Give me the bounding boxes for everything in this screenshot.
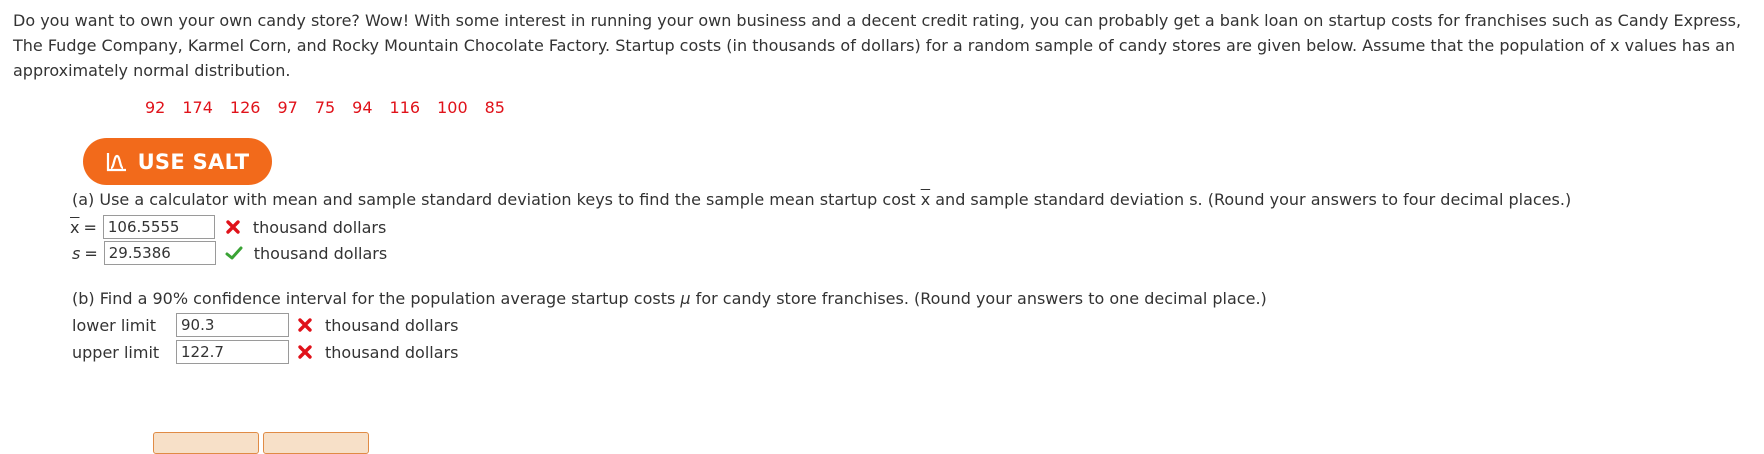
- lower-limit-label: lower limit: [72, 315, 157, 335]
- correct-check-icon: [222, 241, 246, 265]
- part-b-question-text-2: for candy store franchises. (Round your …: [690, 289, 1267, 308]
- incorrect-x-icon: [293, 340, 317, 364]
- incorrect-x-icon: [221, 215, 245, 239]
- data-value: 116: [389, 98, 421, 117]
- lower-limit-input[interactable]: [176, 313, 289, 337]
- data-value: 94: [352, 98, 373, 117]
- equals-sign: =: [83, 217, 97, 237]
- sd-input[interactable]: [103, 241, 216, 265]
- equals-sign: =: [84, 243, 98, 263]
- sd-label: s: [72, 243, 81, 263]
- part-b-question: (b) Find a 90% confidence interval for t…: [72, 289, 1267, 308]
- incorrect-x-icon: [293, 313, 317, 337]
- part-a-question: (a) Use a calculator with mean and sampl…: [72, 190, 1571, 209]
- x-bar-symbol: x: [920, 190, 931, 209]
- mean-label: x: [70, 217, 80, 237]
- data-values: 92 174 126 97 75 94 116 100 85: [145, 98, 522, 117]
- submit-button-partial[interactable]: [153, 432, 259, 454]
- data-value: 100: [437, 98, 468, 117]
- data-value: 92: [145, 98, 166, 117]
- salt-chart-icon: [106, 152, 126, 171]
- upper-limit-label: upper limit: [72, 342, 160, 362]
- data-value: 174: [182, 98, 213, 117]
- submit-button-partial-2[interactable]: [263, 432, 369, 454]
- upper-limit-unit: thousand dollars: [325, 342, 459, 362]
- data-value: 97: [277, 98, 298, 117]
- use-salt-label: USE SALT: [137, 149, 250, 174]
- sd-answer-row: s = thousand dollars: [72, 240, 387, 266]
- upper-limit-row: upper limit thousand dollars: [72, 339, 458, 365]
- use-salt-button[interactable]: USE SALT: [83, 138, 272, 185]
- upper-limit-input[interactable]: [176, 340, 289, 364]
- mean-input[interactable]: [102, 215, 215, 239]
- data-value: 75: [314, 98, 336, 117]
- mu-symbol: μ: [680, 289, 691, 308]
- data-value: 85: [484, 98, 505, 117]
- mean-answer-row: x = thousand dollars: [70, 214, 386, 240]
- part-b-question-text: (b) Find a 90% confidence interval for t…: [72, 289, 681, 308]
- lower-limit-unit: thousand dollars: [325, 315, 459, 335]
- part-a-question-text-2: and sample standard deviation s. (Round …: [930, 190, 1572, 209]
- mean-unit: thousand dollars: [252, 217, 387, 237]
- lower-limit-row: lower limit thousand dollars: [72, 312, 458, 338]
- problem-intro: Do you want to own your own candy store?…: [13, 11, 1742, 80]
- data-value: 126: [229, 98, 261, 117]
- part-a-question-text: (a) Use a calculator with mean and sampl…: [72, 190, 921, 209]
- sd-unit: thousand dollars: [253, 243, 388, 263]
